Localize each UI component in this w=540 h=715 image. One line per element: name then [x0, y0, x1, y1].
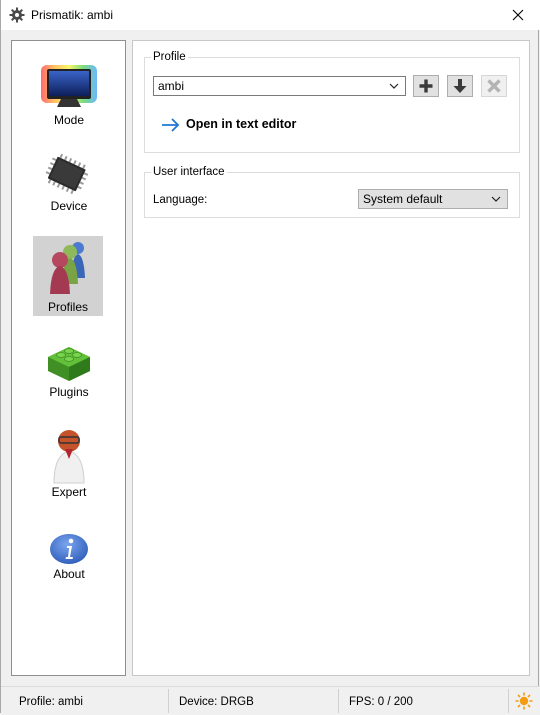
plus-icon: [419, 79, 433, 93]
status-divider: [338, 689, 339, 713]
sun-icon[interactable]: [515, 692, 533, 713]
chip-icon: [45, 153, 89, 195]
profile-select[interactable]: ambi: [153, 76, 406, 96]
language-select[interactable]: System default: [358, 189, 508, 209]
profile-group-title: Profile: [151, 50, 188, 64]
profiles-panel: Profile ambi Open in text editor User in…: [132, 40, 530, 676]
status-device: Device: DRGB: [179, 696, 254, 708]
title-bar[interactable]: Prismatik: ambi: [1, 0, 540, 30]
sidebar: Mode Device Profiles Plugins Expert Abou…: [11, 40, 126, 676]
arrow-right-icon: [162, 118, 180, 132]
chevron-down-icon: [389, 83, 399, 89]
sidebar-item-label: Mode: [53, 113, 85, 127]
status-divider: [508, 689, 509, 713]
save-profile-button[interactable]: [447, 75, 473, 97]
sidebar-item-profiles[interactable]: Profiles: [33, 236, 103, 316]
x-icon: [487, 79, 501, 93]
sidebar-item-plugins[interactable]: Plugins: [34, 339, 104, 403]
close-icon: [512, 9, 524, 21]
profiles-pawns-icon: [50, 242, 85, 294]
add-profile-button[interactable]: [413, 75, 439, 97]
profile-group: Profile: [144, 50, 520, 153]
rainbow-monitor-icon: [41, 65, 97, 107]
main-window: Prismatik: ambi Mode Device Profiles Plu…: [0, 0, 540, 715]
sidebar-item-about[interactable]: About: [34, 527, 104, 585]
info-icon: [50, 534, 88, 564]
sidebar-item-mode[interactable]: Mode: [34, 63, 104, 131]
sidebar-item-label: Device: [50, 199, 88, 213]
status-divider: [168, 689, 169, 713]
close-button[interactable]: [495, 0, 540, 30]
profile-select-value: ambi: [158, 79, 185, 93]
professor-icon: [53, 430, 85, 484]
chevron-down-icon: [491, 196, 501, 202]
sidebar-item-label: Profiles: [47, 300, 88, 314]
sidebar-item-label: About: [53, 567, 85, 581]
status-fps: FPS: 0 / 200: [349, 696, 413, 708]
sidebar-item-device[interactable]: Device: [34, 153, 104, 217]
status-profile: Profile: ambi: [19, 696, 83, 708]
sidebar-item-label: Expert: [51, 485, 87, 499]
lego-brick-icon: [48, 347, 90, 381]
language-label: Language:: [153, 194, 208, 206]
sidebar-item-label: Plugins: [49, 385, 89, 399]
window-title: Prismatik: ambi: [31, 8, 114, 22]
arrow-down-icon: [453, 79, 467, 93]
status-bar: Profile: ambi Device: DRGB FPS: 0 / 200: [1, 686, 540, 715]
gear-icon: [9, 7, 25, 23]
user-interface-group-title: User interface: [151, 165, 227, 179]
open-in-text-editor-link[interactable]: Open in text editor: [161, 116, 311, 134]
delete-profile-button[interactable]: [481, 75, 507, 97]
sidebar-item-expert[interactable]: Expert: [34, 425, 104, 503]
open-in-text-editor-label: Open in text editor: [186, 117, 297, 131]
language-select-value: System default: [363, 192, 443, 206]
